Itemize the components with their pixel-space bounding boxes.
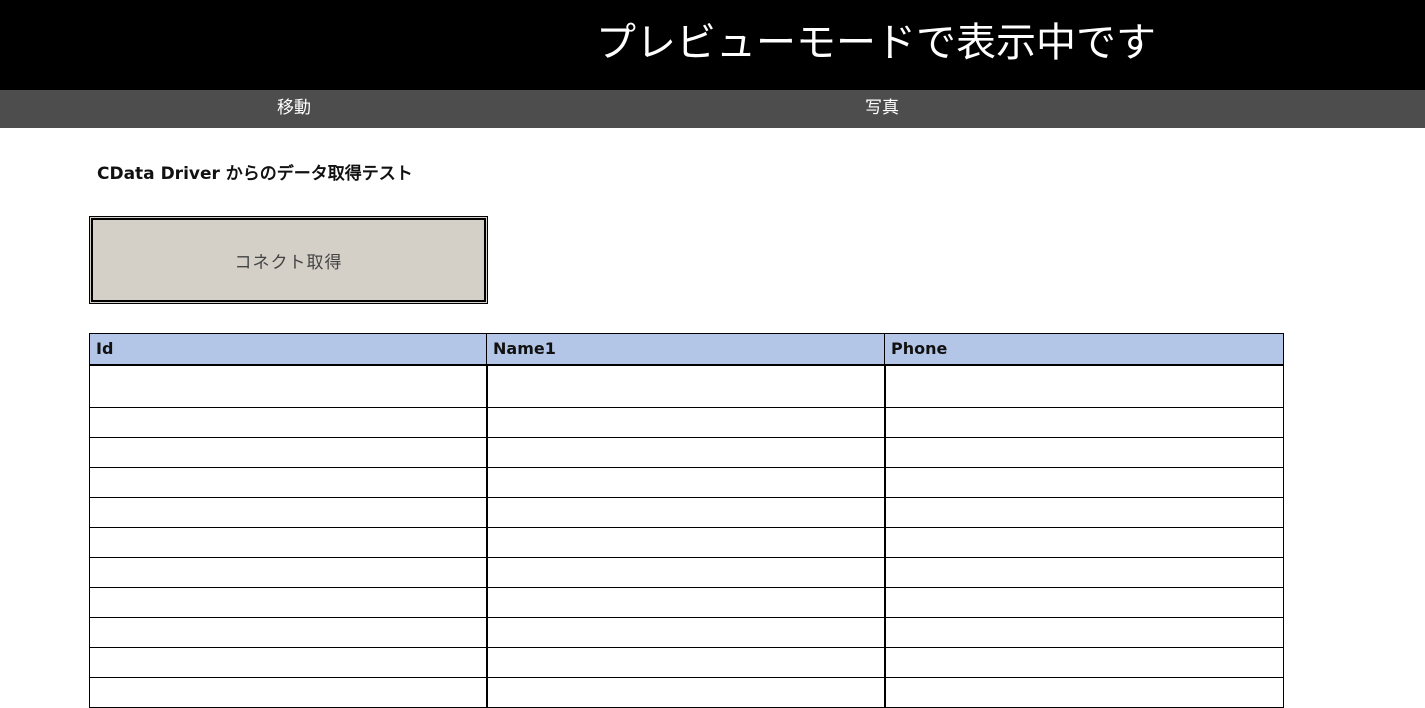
- table-cell[interactable]: [485, 527, 885, 558]
- table-row: [89, 407, 1284, 438]
- nav-item-photo[interactable]: 写真: [782, 90, 982, 128]
- table-cell[interactable]: [89, 617, 487, 648]
- table-cell[interactable]: [883, 467, 1284, 498]
- page-title: CData Driver からのデータ取得テスト: [97, 164, 413, 184]
- table-cell[interactable]: [485, 407, 885, 438]
- table-cell[interactable]: [89, 467, 487, 498]
- table-row: [89, 617, 1284, 648]
- table-cell[interactable]: [485, 587, 885, 618]
- table-row: [89, 527, 1284, 558]
- table-row: [89, 647, 1284, 678]
- table-header-row: Id Name1 Phone: [89, 333, 1284, 366]
- table-cell[interactable]: [883, 364, 1284, 408]
- table-cell[interactable]: [883, 617, 1284, 648]
- table-cell[interactable]: [485, 437, 885, 468]
- table-cell[interactable]: [485, 557, 885, 588]
- table-cell[interactable]: [89, 527, 487, 558]
- table-cell[interactable]: [485, 647, 885, 678]
- table-row: [89, 557, 1284, 588]
- nav-item-move[interactable]: 移動: [194, 90, 394, 128]
- table-row: [89, 364, 1284, 408]
- table-cell[interactable]: [485, 497, 885, 528]
- nav-bar: 移動 写真: [0, 90, 1425, 128]
- column-header-phone: Phone: [884, 333, 1284, 366]
- table-cell[interactable]: [883, 647, 1284, 678]
- connect-fetch-button[interactable]: コネクト取得: [89, 216, 488, 304]
- table-cell[interactable]: [89, 647, 487, 678]
- table-cell[interactable]: [883, 437, 1284, 468]
- table-cell[interactable]: [89, 437, 487, 468]
- table-cell[interactable]: [89, 497, 487, 528]
- table-cell[interactable]: [485, 364, 885, 408]
- preview-mode-text: プレビューモードで表示中です: [596, 20, 1156, 66]
- table-cell[interactable]: [485, 617, 885, 648]
- table-cell[interactable]: [883, 407, 1284, 438]
- table-row: [89, 497, 1284, 528]
- table-cell[interactable]: [883, 527, 1284, 558]
- table-cell[interactable]: [883, 557, 1284, 588]
- table-row: [89, 587, 1284, 618]
- preview-banner: プレビューモードで表示中です: [0, 0, 1425, 90]
- results-table: Id Name1 Phone: [89, 333, 1284, 708]
- table-cell[interactable]: [89, 407, 487, 438]
- table-cell[interactable]: [883, 497, 1284, 528]
- table-cell[interactable]: [89, 364, 487, 408]
- table-cell[interactable]: [883, 587, 1284, 618]
- table-row: [89, 467, 1284, 498]
- column-header-name1: Name1: [486, 333, 885, 366]
- table-row: [89, 437, 1284, 468]
- table-cell[interactable]: [485, 467, 885, 498]
- table-cell[interactable]: [89, 557, 487, 588]
- table-cell[interactable]: [89, 587, 487, 618]
- column-header-id: Id: [89, 333, 487, 366]
